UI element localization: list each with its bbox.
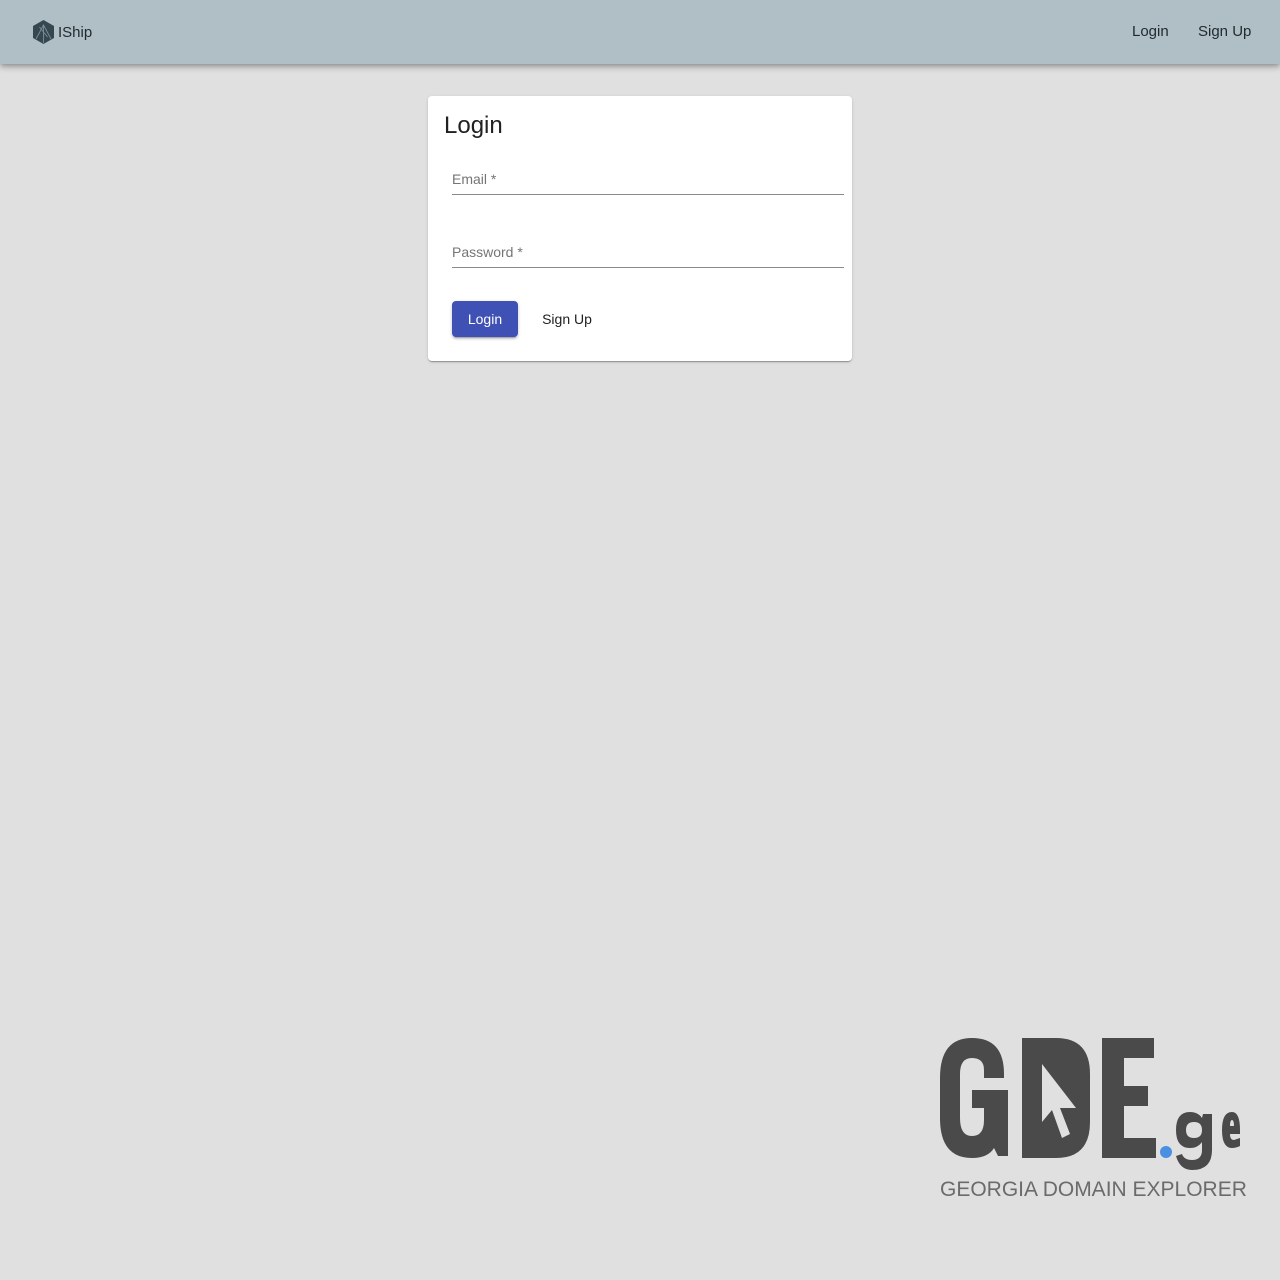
nav-login-link[interactable]: Login [1132,21,1169,43]
signup-button[interactable]: Sign Up [530,301,604,337]
hexagon-logo-icon [32,19,55,45]
email-input[interactable] [452,164,844,194]
gde-watermark-logo: GEORGIA DOMAIN EXPLORER [936,1034,1247,1204]
email-field[interactable]: Email * [452,164,844,195]
login-title: Login [444,112,503,139]
app-bar: IShip Login Sign Up [0,0,1280,64]
nav-signup-link[interactable]: Sign Up [1198,21,1251,43]
password-input[interactable] [452,237,844,267]
password-field[interactable]: Password * [452,237,844,268]
login-card: Login Email * Password * Login Sign Up [428,96,852,361]
brand-link[interactable]: IShip [32,18,92,46]
gde-logo-graphic [940,1038,1240,1170]
login-button[interactable]: Login [452,301,518,337]
app-name: IShip [58,23,93,41]
gde-tagline: GEORGIA DOMAIN EXPLORER [940,1178,1247,1201]
